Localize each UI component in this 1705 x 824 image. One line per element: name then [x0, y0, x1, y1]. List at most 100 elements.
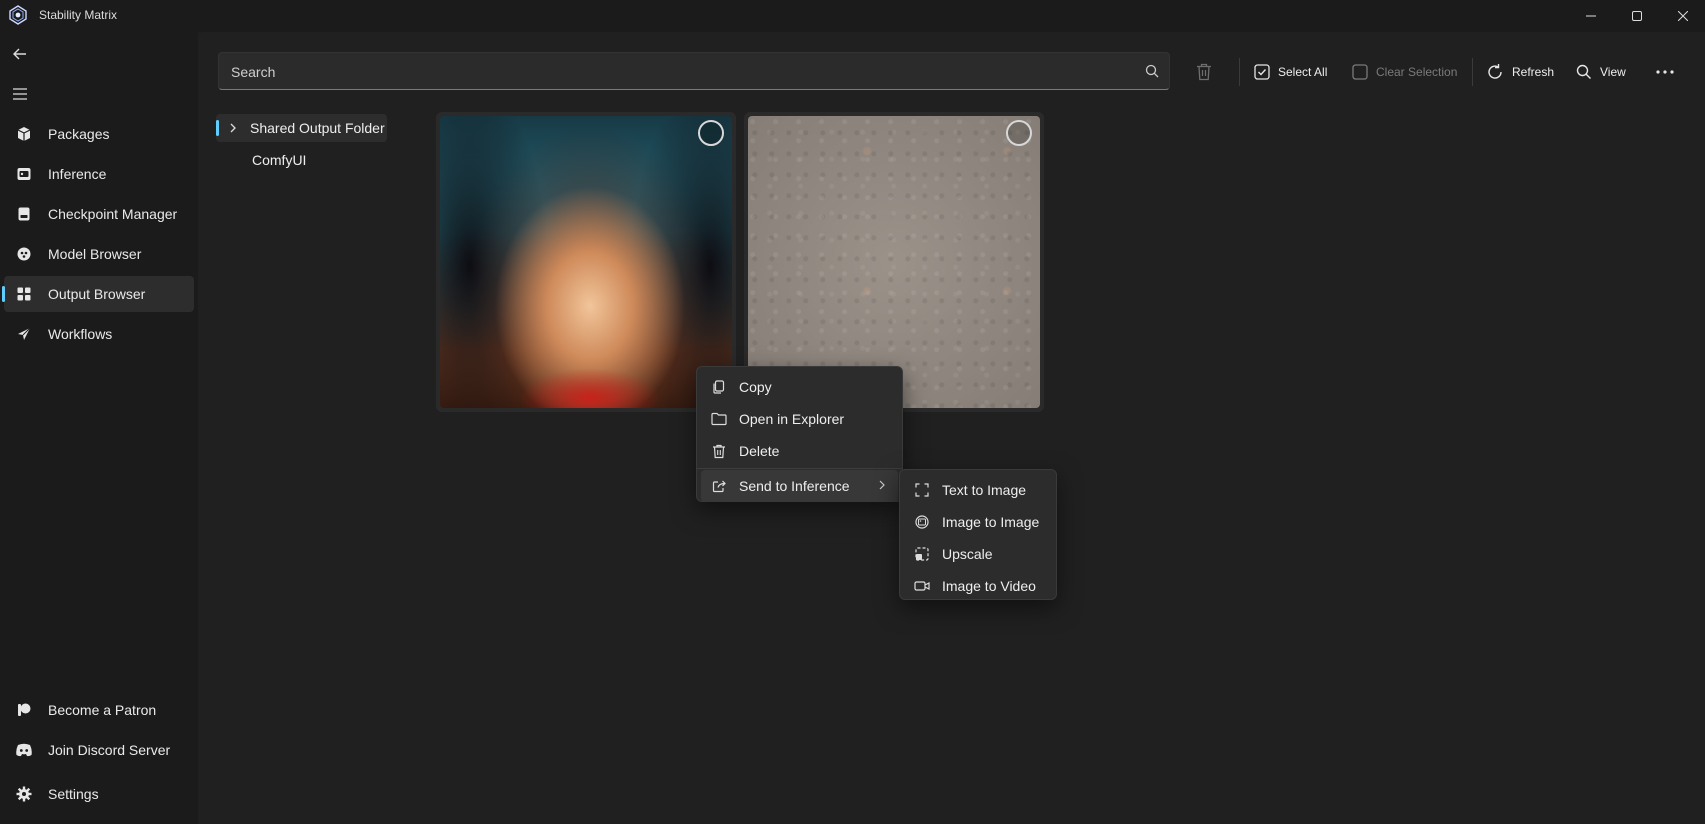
- sidebar-item-settings[interactable]: Settings: [4, 776, 194, 812]
- model-browser-icon: [8, 246, 40, 262]
- folder-comfyui[interactable]: ComfyUI: [216, 146, 387, 174]
- view-search-icon: [1576, 64, 1591, 79]
- menu-item-label: Send to Inference: [739, 478, 850, 494]
- menu-item-label: Image to Image: [942, 514, 1040, 530]
- sidebar-item-become-patron[interactable]: Become a Patron: [4, 692, 194, 728]
- more-options-button[interactable]: [1656, 56, 1674, 88]
- menu-item-label: Image to Video: [942, 578, 1036, 594]
- checkbox-empty-icon: [1352, 64, 1368, 80]
- select-all-button[interactable]: Select All: [1254, 56, 1327, 88]
- sidebar-item-label: Packages: [48, 126, 110, 142]
- chevron-right-icon[interactable]: [228, 123, 238, 133]
- menu-separator: [697, 468, 902, 469]
- clear-selection-button[interactable]: Clear Selection: [1352, 56, 1457, 88]
- frame-corners-icon: [914, 482, 930, 498]
- maximize-icon: [1632, 11, 1642, 21]
- sidebar-item-label: Output Browser: [48, 286, 146, 302]
- menu-item-delete[interactable]: Delete: [701, 435, 898, 467]
- folder-icon: [711, 411, 727, 427]
- sidebar-item-model-browser[interactable]: Model Browser: [4, 236, 194, 272]
- view-button[interactable]: View: [1576, 56, 1626, 88]
- toolbar-separator: [1239, 58, 1240, 86]
- portrait-image[interactable]: [440, 116, 732, 408]
- delete-button[interactable]: [1196, 56, 1212, 88]
- app-title: Stability Matrix: [39, 8, 118, 22]
- sidebar-item-workflows[interactable]: Workflows: [4, 316, 194, 352]
- sidebar-item-label: Checkpoint Manager: [48, 206, 178, 222]
- refresh-icon: [1488, 64, 1502, 79]
- copy-icon: [711, 379, 727, 395]
- menu-item-label: Delete: [739, 443, 780, 459]
- close-button[interactable]: [1660, 0, 1705, 32]
- hamburger-menu-button[interactable]: [8, 82, 32, 106]
- select-circle[interactable]: [1006, 120, 1032, 146]
- maximize-button[interactable]: [1614, 0, 1660, 32]
- search-input[interactable]: [229, 53, 1113, 91]
- sidebar-item-discord[interactable]: Join Discord Server: [4, 732, 194, 768]
- sidebar: Packages Inference Checkpoint Manager Mo…: [0, 32, 198, 824]
- toolbar-separator: [1472, 58, 1473, 86]
- package-icon: [8, 126, 40, 142]
- clear-selection-label: Clear Selection: [1376, 65, 1458, 79]
- menu-item-label: Text to Image: [942, 482, 1027, 498]
- hamburger-icon: [13, 88, 27, 100]
- refresh-label: Refresh: [1512, 65, 1555, 79]
- grid-icon: [8, 286, 40, 302]
- checkbox-checked-icon: [1254, 64, 1270, 80]
- minimize-icon: [1586, 15, 1596, 17]
- menu-item-image-to-image[interactable]: Image to Image: [904, 506, 1052, 538]
- sidebar-item-label: Become a Patron: [48, 702, 157, 718]
- back-button[interactable]: [8, 42, 32, 66]
- context-menu: Copy Open in Explorer Delete Send to Inf…: [696, 366, 903, 502]
- close-icon: [1678, 11, 1688, 21]
- checkpoint-icon: [8, 206, 40, 222]
- menu-item-open-in-explorer[interactable]: Open in Explorer: [701, 403, 898, 435]
- view-label: View: [1600, 65, 1626, 79]
- folder-shared-output[interactable]: Shared Output Folder: [216, 114, 387, 142]
- chevron-right-icon: [879, 480, 885, 490]
- gear-icon: [8, 786, 40, 802]
- search-box: [218, 52, 1170, 91]
- folder-label: ComfyUI: [252, 152, 307, 168]
- menu-item-label: Copy: [739, 379, 772, 395]
- sidebar-item-inference[interactable]: Inference: [4, 156, 194, 192]
- sidebar-item-label: Join Discord Server: [48, 742, 171, 758]
- menu-item-image-to-video[interactable]: Image to Video: [904, 570, 1052, 602]
- inference-icon: [8, 166, 40, 182]
- menu-item-label: Open in Explorer: [739, 411, 845, 427]
- sidebar-item-packages[interactable]: Packages: [4, 116, 194, 152]
- inference-submenu: Text to Image Image to Image Upscale Ima…: [899, 469, 1057, 600]
- discord-icon: [8, 743, 40, 757]
- sidebar-item-label: Model Browser: [48, 246, 142, 262]
- sidebar-item-checkpoint-manager[interactable]: Checkpoint Manager: [4, 196, 194, 232]
- image-icon: [914, 514, 930, 530]
- sidebar-item-label: Inference: [48, 166, 107, 182]
- menu-item-copy[interactable]: Copy: [701, 371, 898, 403]
- app-logo-icon: [9, 5, 27, 25]
- folder-label: Shared Output Folder: [250, 120, 385, 136]
- title-bar: Stability Matrix: [0, 0, 1705, 32]
- more-dots-icon: [1656, 70, 1674, 74]
- menu-item-send-to-inference[interactable]: Send to Inference: [701, 470, 898, 502]
- sidebar-item-output-browser[interactable]: Output Browser: [2, 276, 194, 312]
- menu-item-upscale[interactable]: Upscale: [904, 538, 1052, 570]
- select-all-label: Select All: [1278, 65, 1328, 79]
- noise-image[interactable]: [748, 116, 1040, 408]
- sidebar-item-label: Workflows: [48, 326, 113, 342]
- select-circle[interactable]: [698, 120, 724, 146]
- workflow-icon: [8, 326, 40, 342]
- menu-item-text-to-image[interactable]: Text to Image: [904, 474, 1052, 506]
- back-arrow-icon: [13, 48, 26, 60]
- patreon-icon: [8, 702, 40, 718]
- upscale-icon: [914, 546, 930, 562]
- trash-icon: [1197, 63, 1211, 81]
- video-icon: [914, 578, 930, 594]
- refresh-button[interactable]: Refresh: [1486, 56, 1554, 88]
- share-icon: [711, 478, 727, 494]
- minimize-button[interactable]: [1568, 0, 1614, 32]
- menu-item-label: Upscale: [942, 546, 993, 562]
- trash-icon: [711, 443, 727, 459]
- sidebar-item-label: Settings: [48, 786, 99, 802]
- search-icon[interactable]: [1145, 64, 1159, 78]
- image-card[interactable]: [436, 112, 736, 412]
